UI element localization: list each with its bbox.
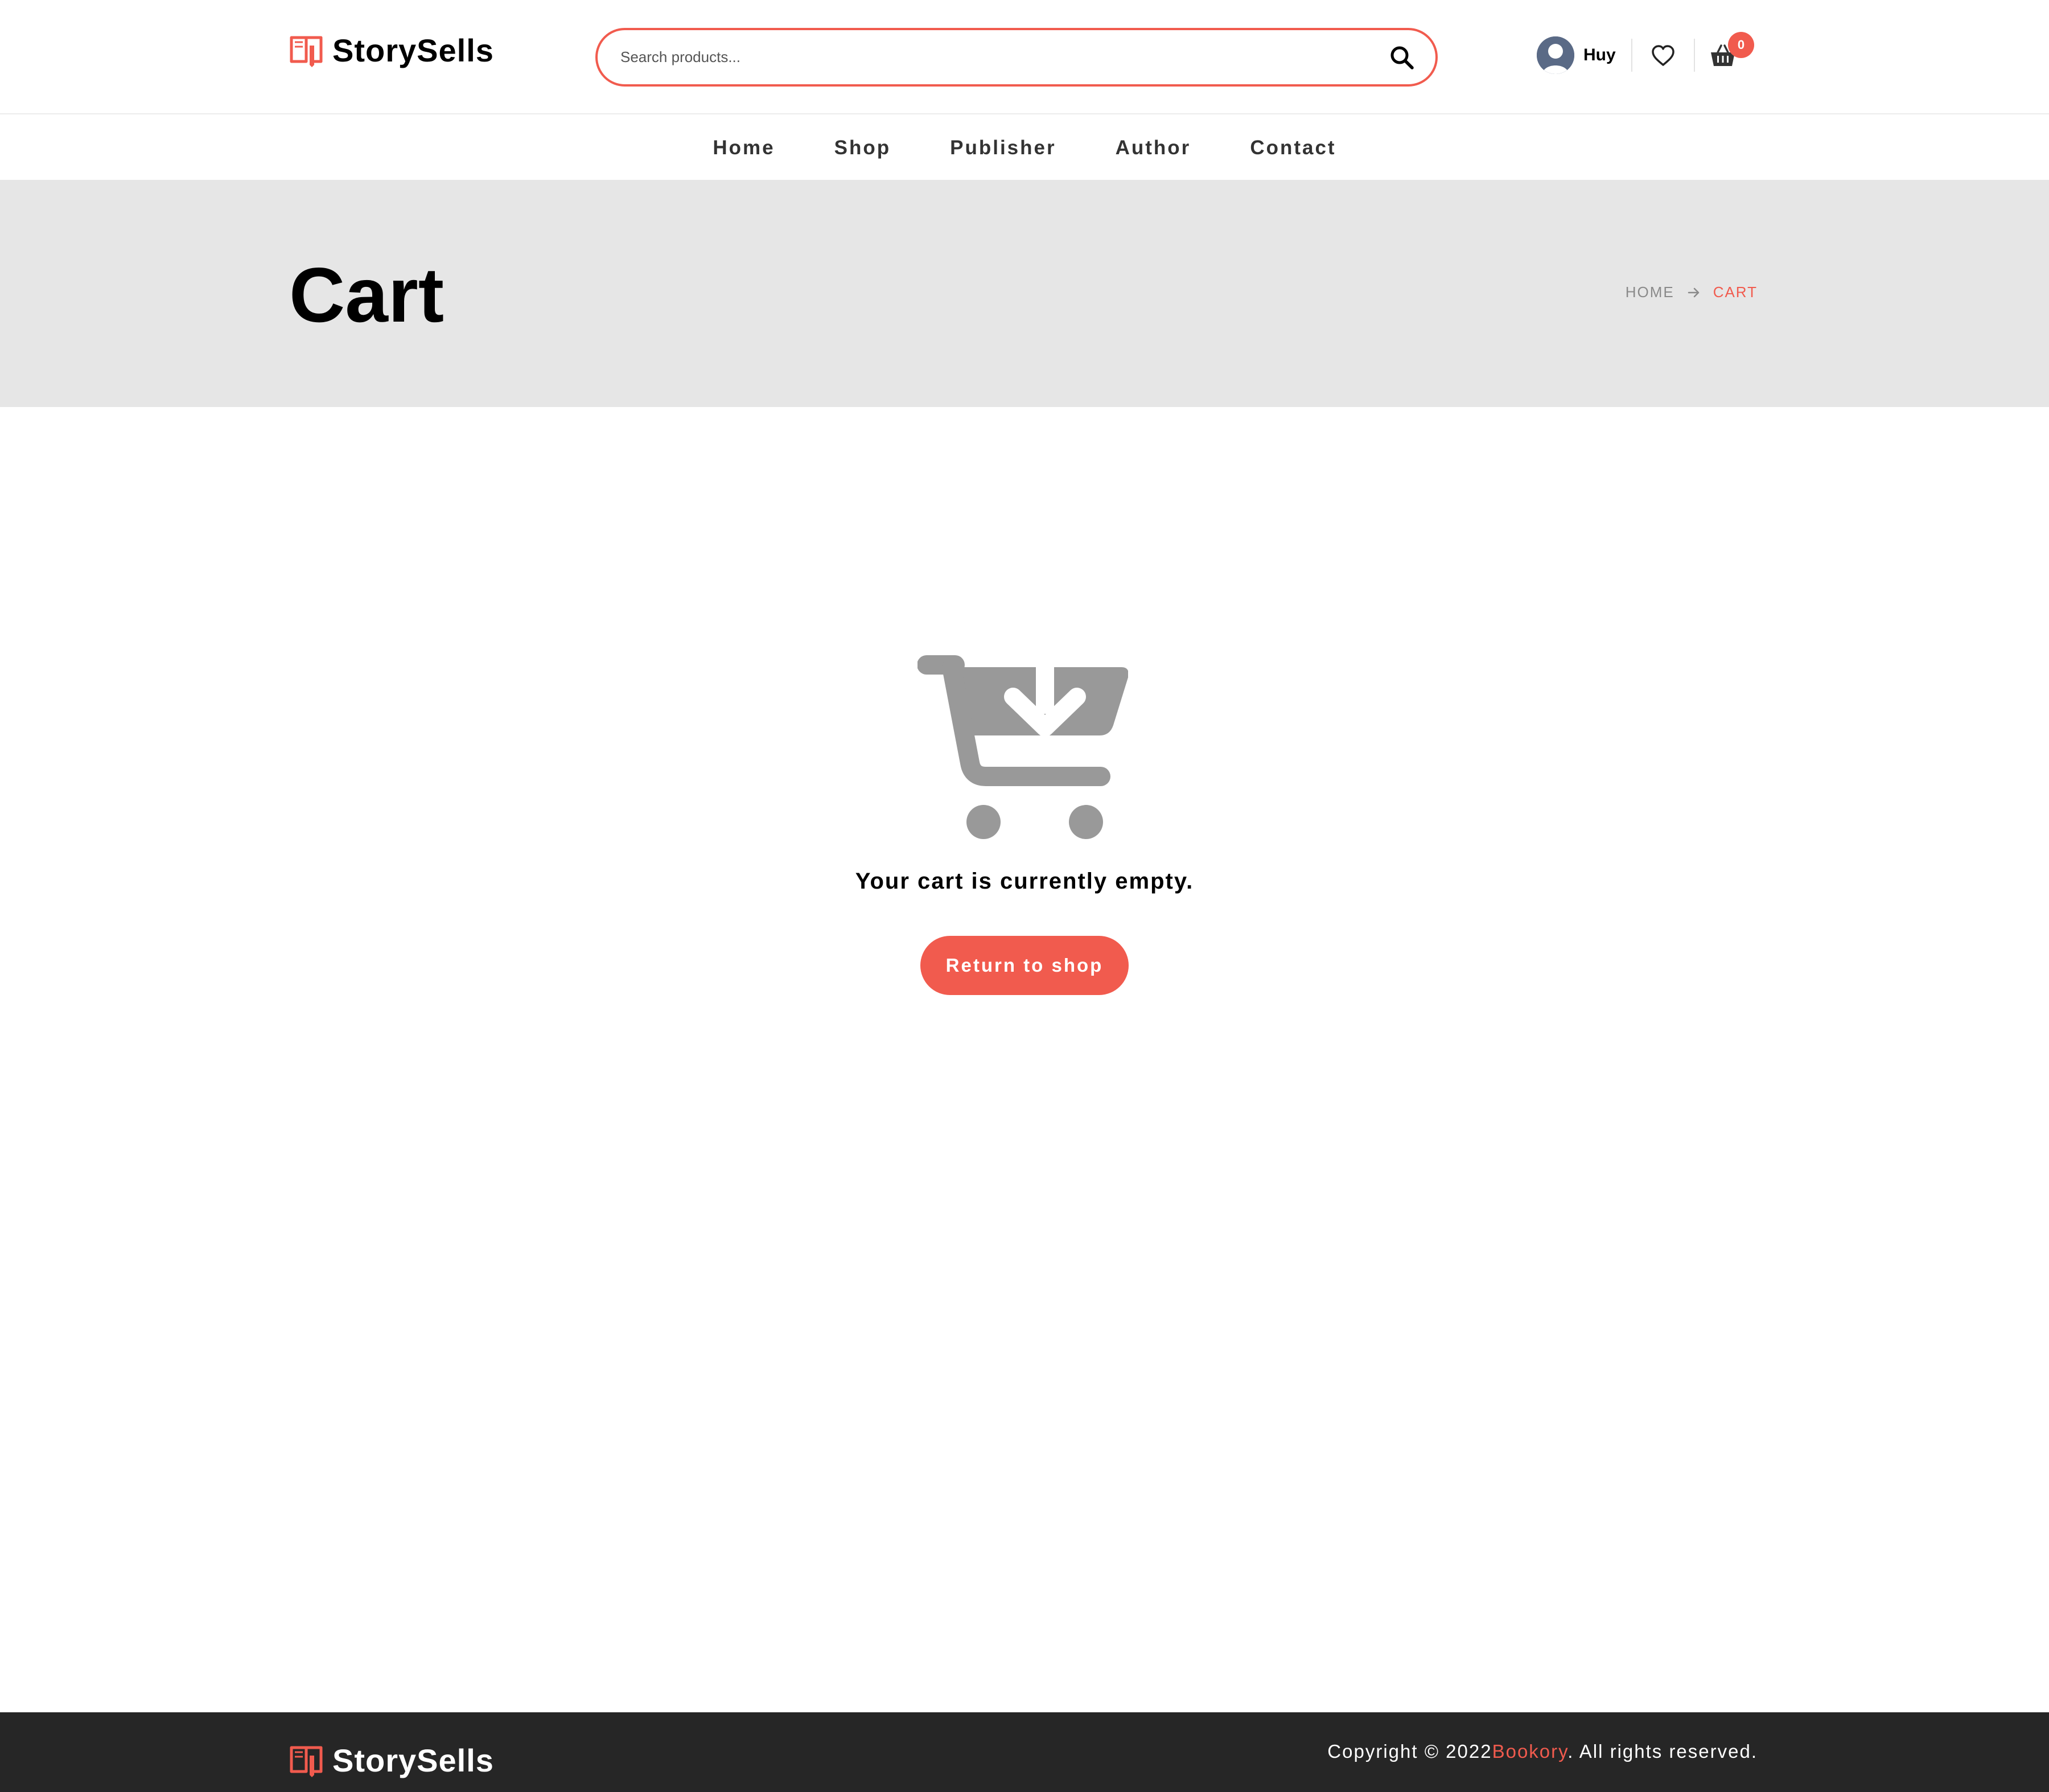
site-logo[interactable]: StorySells [289,32,494,69]
search-icon [1390,46,1414,69]
search-bar [595,28,1438,87]
copyright-prefix: Copyright © 2022 [1327,1741,1492,1762]
book-logo-icon [290,1746,323,1777]
copyright-suffix: . All rights reserved. [1567,1741,1758,1762]
cart-count-badge: 0 [1728,32,1754,58]
site-logo-text: StorySells [332,32,494,68]
nav-item-contact[interactable]: Contact [1250,137,1336,159]
site-header: StorySells Huy [0,0,2049,114]
nav-item-publisher[interactable]: Publisher [950,137,1056,159]
user-name: Huy [1583,46,1616,64]
search-input[interactable] [598,30,1376,84]
header-divider [1694,39,1695,72]
arrow-right-icon [1688,287,1699,297]
nav-item-author[interactable]: Author [1116,137,1191,159]
page-title: Cart [289,252,445,338]
user-account[interactable]: Huy [1537,36,1616,74]
user-avatar-icon [1537,36,1574,74]
avatar [1537,36,1574,74]
breadcrumb-home-link[interactable]: HOME [1626,283,1674,301]
search-button[interactable] [1376,32,1427,83]
copyright-brand-link[interactable]: Bookory [1492,1741,1568,1762]
breadcrumb: HOME CART [1626,283,1758,301]
footer-logo-text: StorySells [332,1742,494,1778]
nav-item-home[interactable]: Home [713,137,775,159]
breadcrumb-current: CART [1713,283,1758,301]
empty-cart-message: Your cart is currently empty. [855,869,1194,894]
main-nav: Home Shop Publisher Author Contact [0,116,2049,180]
book-logo-icon [290,36,323,67]
return-to-shop-button[interactable]: Return to shop [920,936,1129,995]
copyright-text: Copyright © 2022Bookory. All rights rese… [1327,1741,1758,1762]
header-divider [1631,39,1632,72]
heart-icon [1652,45,1674,66]
footer-logo[interactable]: StorySells [289,1742,494,1779]
cart-download-icon [917,655,1128,839]
nav-item-shop[interactable]: Shop [834,137,891,159]
wishlist-button[interactable] [1647,40,1679,72]
